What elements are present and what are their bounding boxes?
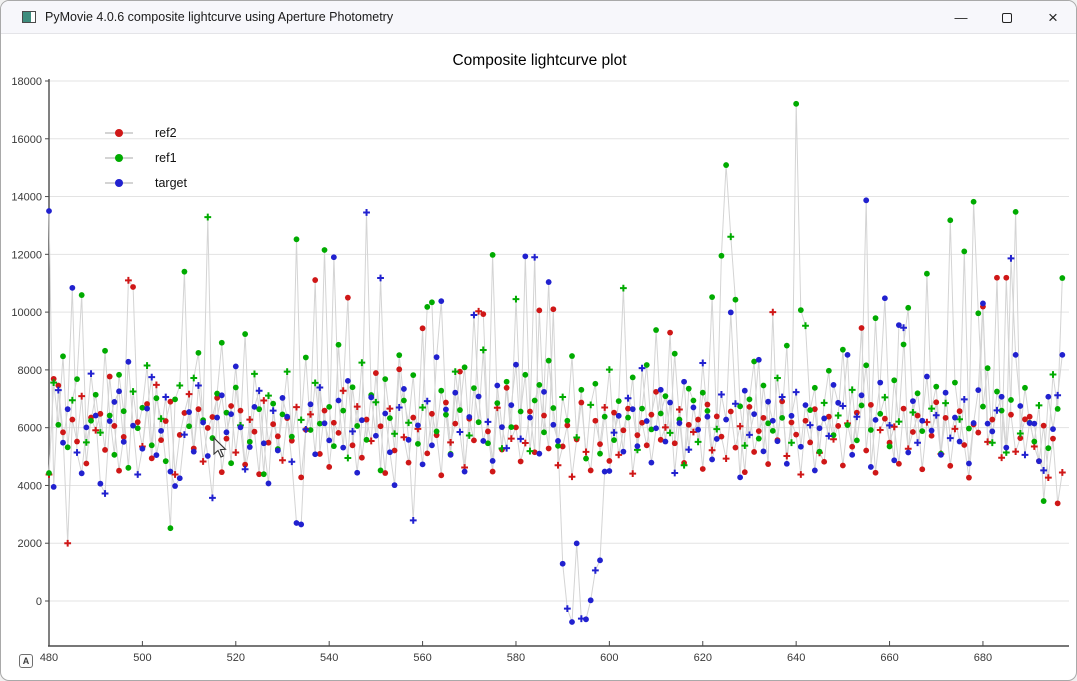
svg-text:0: 0	[36, 596, 42, 608]
maximize-button[interactable]	[984, 1, 1030, 34]
window-titlebar: PyMovie 4.0.6 composite lightcurve using…	[1, 1, 1076, 34]
legend-label: ref1	[155, 151, 177, 165]
legend-item: ref2	[105, 120, 187, 145]
legend-item: ref1	[105, 145, 187, 170]
mouse-cursor	[213, 437, 229, 459]
plot-legend[interactable]: ref2 ref1 target	[105, 120, 187, 195]
svg-text:14000: 14000	[11, 192, 42, 204]
app-icon	[22, 11, 36, 23]
svg-text:2000: 2000	[18, 538, 42, 550]
svg-text:580: 580	[507, 652, 525, 664]
svg-text:18000: 18000	[11, 76, 42, 88]
plot-title: Composite lightcurve plot	[1, 52, 1077, 70]
svg-text:520: 520	[227, 652, 245, 664]
svg-text:500: 500	[133, 652, 151, 664]
auto-range-button[interactable]: A	[19, 654, 33, 668]
svg-text:540: 540	[320, 652, 338, 664]
svg-text:16000: 16000	[11, 134, 42, 146]
legend-marker-target	[105, 182, 133, 184]
svg-text:10000: 10000	[11, 307, 42, 319]
svg-text:12000: 12000	[11, 249, 42, 261]
app-window: PyMovie 4.0.6 composite lightcurve using…	[0, 0, 1077, 681]
svg-text:620: 620	[694, 652, 712, 664]
svg-text:640: 640	[787, 652, 805, 664]
lightcurve-plot-canvas[interactable]: 0 2000 4000 6000 8000 10000 12000 14000 16000 180…	[1, 1, 1077, 681]
legend-marker-ref1	[105, 157, 133, 159]
legend-label: target	[155, 176, 187, 190]
minimize-button[interactable]: —	[938, 1, 984, 34]
series-line-target	[49, 200, 1062, 622]
legend-marker-ref2	[105, 132, 133, 134]
window-title: PyMovie 4.0.6 composite lightcurve using…	[45, 10, 393, 24]
svg-text:6000: 6000	[18, 423, 42, 435]
gridlines	[49, 81, 1069, 601]
svg-text:8000: 8000	[18, 365, 42, 377]
svg-text:600: 600	[600, 652, 618, 664]
legend-item: target	[105, 170, 187, 195]
svg-text:660: 660	[880, 652, 898, 664]
svg-text:560: 560	[413, 652, 431, 664]
svg-text:4000: 4000	[18, 480, 42, 492]
maximize-icon	[1002, 13, 1012, 23]
svg-text:480: 480	[40, 652, 58, 664]
close-button[interactable]: ×	[1030, 1, 1076, 34]
legend-label: ref2	[155, 126, 177, 140]
series-markers-ref1	[46, 101, 1065, 531]
svg-text:680: 680	[974, 652, 992, 664]
